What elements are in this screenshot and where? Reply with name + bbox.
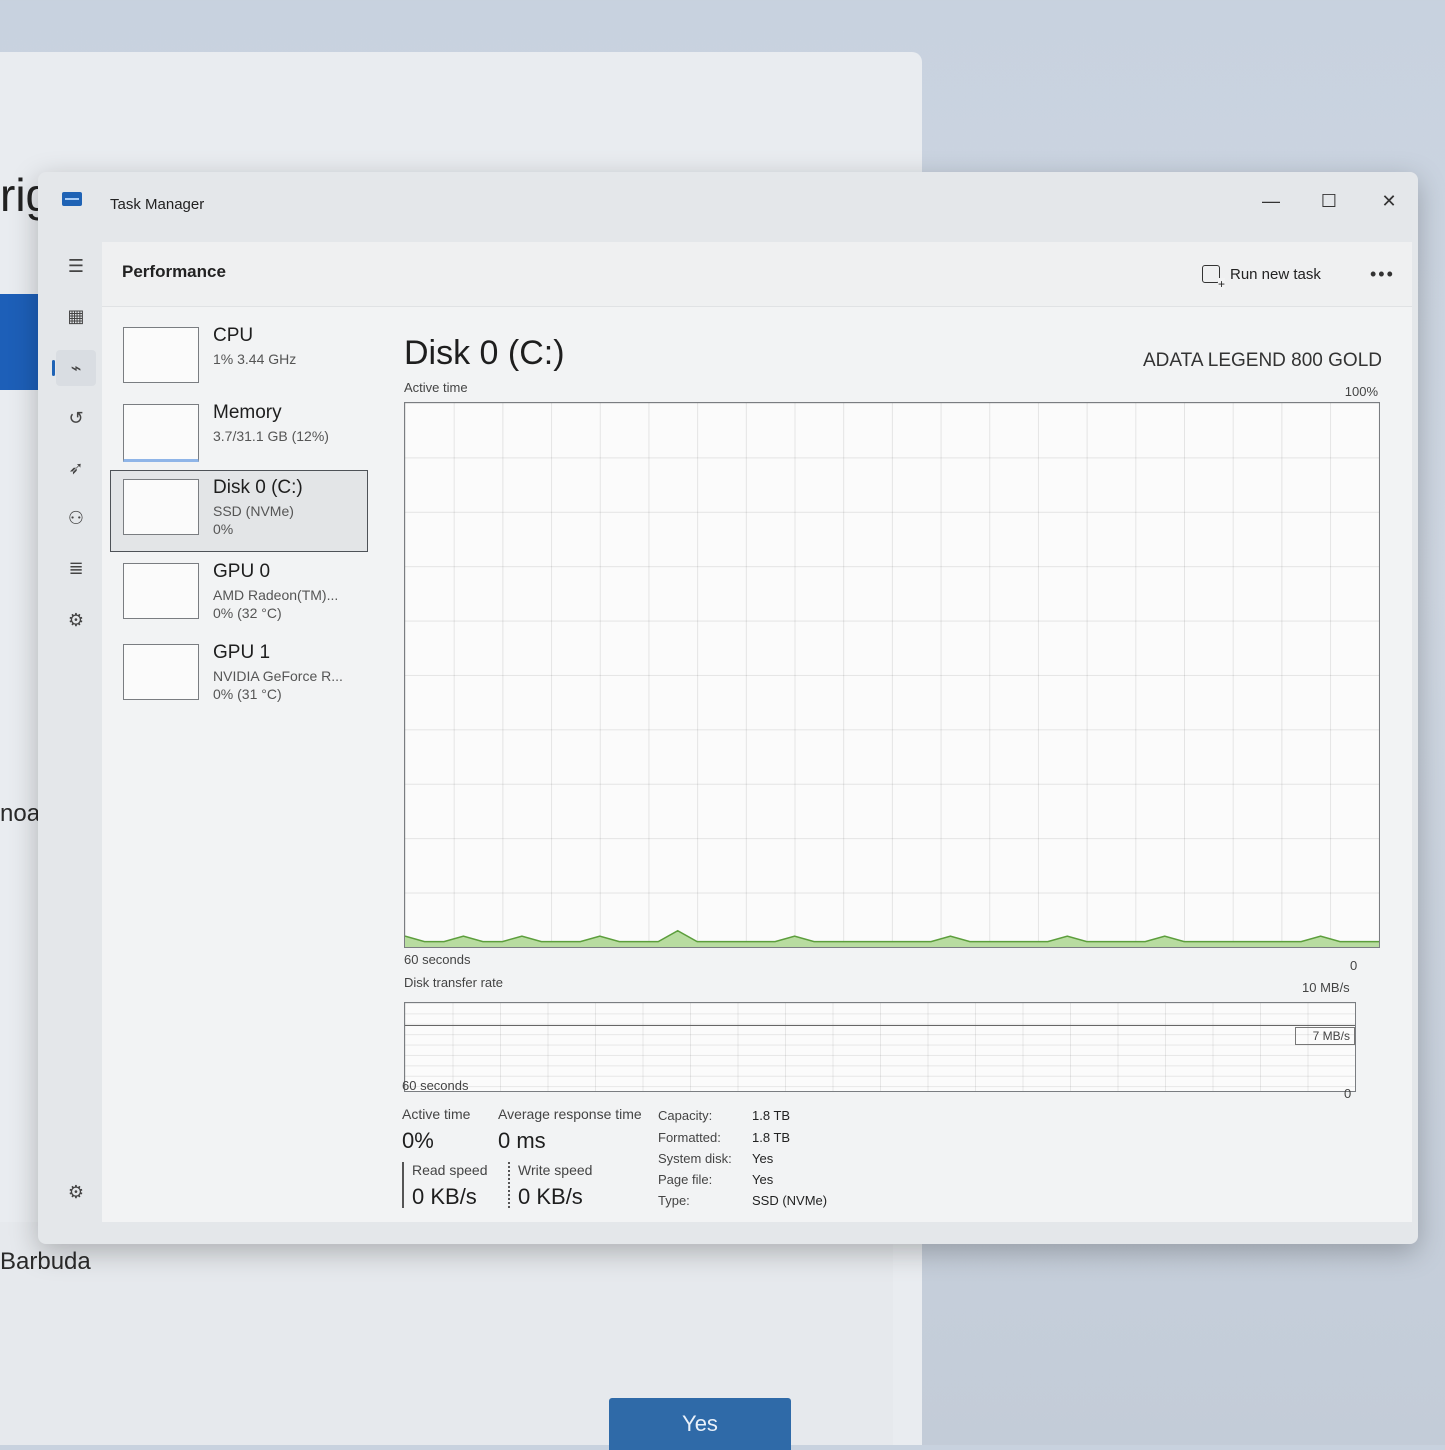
app-history-icon[interactable]: ↺ (56, 400, 96, 436)
background-text-fragment: noa (0, 800, 41, 827)
graph-seconds-label: 60 seconds (404, 952, 471, 967)
transfer-rate-graph: 7 MB/s (404, 1002, 1356, 1092)
yes-button[interactable]: Yes (609, 1398, 791, 1450)
task-manager-window: Task Manager — ☐ ✕ ☰ ▦ ⌁ ↺ ➶ ⚇ ≣ ⚙ ⚙ Per… (38, 172, 1418, 1244)
transfer-seconds-label: 60 seconds (402, 1078, 469, 1093)
background-country-text: Barbuda (0, 1248, 91, 1275)
page-header: Performance Run new task ••• (102, 242, 1412, 307)
transfer-rate-label: Disk transfer rate (404, 975, 503, 990)
device-disk-0[interactable]: Disk 0 (C:) SSD (NVMe) 0% (110, 470, 368, 552)
device-usage: 0% (31 °C) (213, 686, 282, 702)
active-time-stat-label: Active time (402, 1106, 471, 1122)
active-time-area (405, 930, 1379, 947)
device-name: CPU (213, 325, 254, 346)
device-model: NVIDIA GeForce R... (213, 668, 343, 684)
device-name: Memory (213, 402, 282, 423)
active-time-graph-label: Active time (404, 380, 468, 395)
startup-apps-icon[interactable]: ➶ (56, 450, 96, 486)
device-name: GPU 0 (213, 561, 271, 582)
page-title: Performance (122, 262, 226, 281)
performance-icon[interactable]: ⌁ (52, 350, 96, 386)
more-options-icon[interactable]: ••• (1370, 264, 1395, 285)
hamburger-menu-icon[interactable]: ☰ (56, 248, 96, 284)
active-time-line (405, 929, 1379, 943)
system-disk-label: System disk: (658, 1151, 732, 1166)
processes-icon[interactable]: ▦ (56, 298, 96, 334)
read-speed-value: 0 KB/s (412, 1184, 477, 1209)
read-speed-label: Read speed (412, 1162, 488, 1178)
maximize-button[interactable]: ☐ (1314, 188, 1344, 214)
device-gpu-1[interactable]: GPU 1 NVIDIA GeForce R... 0% (31 °C) (110, 635, 368, 717)
write-speed-value: 0 KB/s (518, 1184, 583, 1209)
device-thumbnail (123, 563, 199, 619)
active-time-stat-value: 0% (402, 1128, 434, 1153)
window-title: Task Manager (110, 196, 205, 213)
users-icon[interactable]: ⚇ (56, 500, 96, 536)
type-label: Type: (658, 1193, 690, 1208)
read-speed-indicator (402, 1162, 404, 1208)
transfer-max-label: 10 MB/s (1302, 980, 1350, 995)
active-time-graph (404, 402, 1380, 948)
device-thumbnail (123, 327, 199, 383)
capacity-label: Capacity: (658, 1108, 713, 1123)
formatted-value: 1.8 TB (752, 1130, 791, 1145)
device-thumbnail (123, 644, 199, 700)
graph-max-label: 100% (1344, 384, 1378, 399)
device-usage: 0% (213, 521, 234, 537)
device-name: GPU 1 (213, 642, 271, 663)
avg-response-value: 0 ms (498, 1128, 546, 1153)
run-new-task-label: Run new task (1230, 265, 1321, 283)
device-memory[interactable]: Memory 3.7/31.1 GB (12%) (110, 395, 368, 477)
type-value: SSD (NVMe) (752, 1193, 828, 1208)
run-task-icon (1202, 265, 1226, 290)
formatted-label: Formatted: (658, 1130, 721, 1145)
device-usage: 1% 3.44 GHz (213, 351, 297, 367)
disk-model: ADATA LEGEND 800 GOLD (1143, 350, 1382, 371)
transfer-scale-line (405, 1025, 1355, 1026)
performance-content: Performance Run new task ••• CPU 1% 3.44… (102, 242, 1412, 1222)
device-model: AMD Radeon(TM)... (213, 587, 339, 603)
device-usage: 0% (32 °C) (213, 605, 282, 621)
transfer-scale-label: 7 MB/s (1295, 1027, 1355, 1045)
details-icon[interactable]: ≣ (56, 550, 96, 586)
graph-zero-label: 0 (1350, 958, 1358, 973)
device-name: Disk 0 (C:) (213, 477, 303, 498)
device-thumbnail (123, 404, 199, 462)
minimize-button[interactable]: — (1256, 188, 1286, 214)
title-bar[interactable]: Task Manager — ☐ ✕ (38, 172, 1418, 234)
disk-title: Disk 0 (C:) (404, 334, 565, 372)
transfer-zero-label: 0 (1344, 1086, 1352, 1101)
write-speed-indicator (508, 1162, 510, 1208)
navigation-rail: ☰ ▦ ⌁ ↺ ➶ ⚇ ≣ ⚙ ⚙ (48, 234, 108, 1234)
device-gpu-0[interactable]: GPU 0 AMD Radeon(TM)... 0% (32 °C) (110, 554, 368, 636)
device-usage: 3.7/31.1 GB (12%) (213, 428, 329, 444)
avg-response-label: Average response time (498, 1106, 642, 1122)
run-new-task-button[interactable]: Run new task (1202, 260, 1321, 290)
page-file-value: Yes (752, 1172, 774, 1187)
device-cpu[interactable]: CPU 1% 3.44 GHz (110, 318, 368, 400)
page-file-label: Page file: (658, 1172, 713, 1187)
services-icon[interactable]: ⚙ (56, 602, 96, 638)
close-button[interactable]: ✕ (1374, 188, 1404, 214)
device-thumbnail (123, 479, 199, 535)
system-disk-value: Yes (752, 1151, 774, 1166)
active-time-plot (405, 929, 1379, 947)
write-speed-label: Write speed (518, 1162, 593, 1178)
settings-icon[interactable]: ⚙ (56, 1174, 96, 1210)
task-manager-app-icon (62, 192, 82, 206)
background-accent-bar (0, 294, 38, 390)
device-type: SSD (NVMe) (213, 503, 294, 519)
capacity-value: 1.8 TB (752, 1108, 791, 1123)
